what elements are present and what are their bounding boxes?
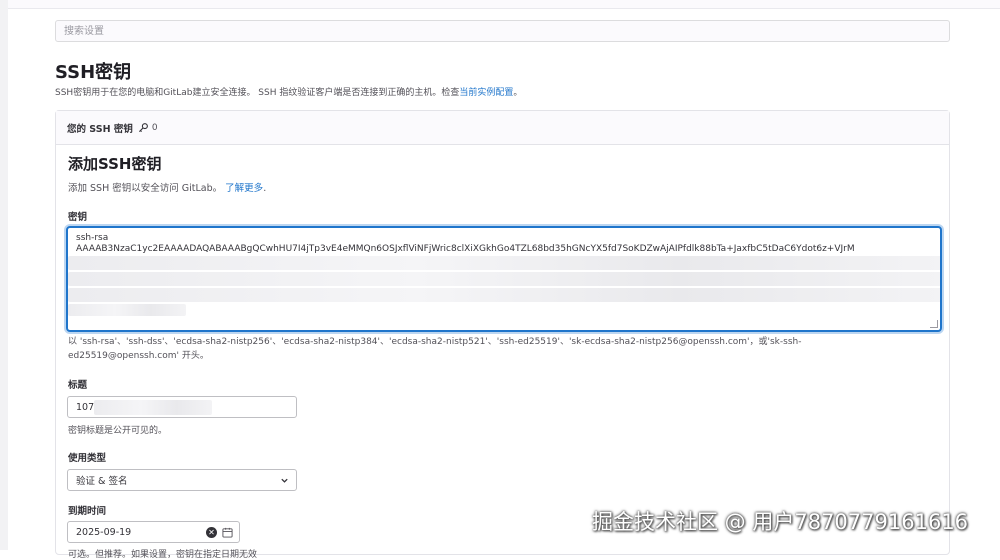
learn-more-link[interactable]: 了解更多 bbox=[225, 183, 263, 194]
blurred-key-region bbox=[68, 272, 940, 286]
top-bar bbox=[0, 0, 1000, 9]
blurred-key-region bbox=[68, 304, 186, 316]
blurred-key-region bbox=[68, 288, 940, 302]
instance-config-link[interactable]: 当前实例配置 bbox=[459, 88, 513, 98]
add-key-title: 添加SSH密钥 bbox=[68, 155, 162, 173]
title-hint: 密钥标题是公开可见的。 bbox=[68, 426, 168, 436]
key-textarea[interactable]: ssh-rsa AAAAB3NzaC1yc2EAAAADAQABAAABgQCw… bbox=[66, 226, 942, 332]
key-text-line2: AAAAB3NzaC1yc2EAAAADAQABAAABgQCwhHU7I4jT… bbox=[76, 244, 855, 254]
chevron-down-icon bbox=[281, 478, 288, 483]
key-format-hint-line1: 以 'ssh-rsa'、'ssh-dss'、'ecdsa-sha2-nistp2… bbox=[68, 337, 802, 347]
key-label: 密钥 bbox=[68, 212, 88, 223]
expiry-date-input[interactable]: 2025-09-19 ✕ bbox=[67, 521, 240, 543]
card-header-title: 您的 SSH 密钥 bbox=[67, 123, 133, 135]
key-text: ssh-rsa AAAAB3NzaC1yc2EAAAADAQABAAABgQCw… bbox=[76, 233, 936, 255]
watermark-text: 掘金技术社区 @ 用户7870779161616 bbox=[592, 510, 969, 534]
key-count: 0 bbox=[151, 122, 158, 133]
page-description: SSH密钥用于在您的电脑和GitLab建立安全连接。 SSH 指纹验证客户端是否… bbox=[55, 85, 522, 98]
expiry-label: 到期时间 bbox=[68, 506, 107, 517]
add-key-description-text: 添加 SSH 密钥以安全访问 GitLab。 bbox=[68, 183, 223, 194]
calendar-icon[interactable] bbox=[222, 527, 233, 538]
key-format-hint: 以 'ssh-rsa'、'ssh-dss'、'ecdsa-sha2-nistp2… bbox=[68, 335, 888, 363]
expiry-date-value: 2025-09-19 bbox=[76, 526, 132, 538]
page-description-text: SSH密钥用于在您的电脑和GitLab建立安全连接。 SSH 指纹验证客户端是否… bbox=[55, 88, 460, 98]
key-icon bbox=[138, 123, 148, 133]
add-key-description: 添加 SSH 密钥以安全访问 GitLab。 了解更多. bbox=[68, 180, 266, 194]
title-input[interactable]: 107 bbox=[67, 396, 297, 418]
key-format-hint-line2: ed25519@openssh.com' 开头。 bbox=[68, 351, 209, 361]
clear-icon[interactable]: ✕ bbox=[206, 527, 217, 538]
expiry-hint: 可选。但推荐。如果设置，密钥在指定日期无效 bbox=[68, 550, 258, 560]
resize-handle[interactable] bbox=[930, 320, 938, 328]
blurred-title-region bbox=[94, 400, 212, 415]
title-input-value: 107 bbox=[76, 401, 95, 413]
page-title: SSH密钥 bbox=[55, 62, 132, 83]
usage-type-select[interactable]: 验证 & 签名 bbox=[67, 469, 297, 491]
blurred-key-region bbox=[68, 256, 940, 270]
ssh-keys-card: 您的 SSH 密钥 0 添加SSH密钥 添加 SSH 密钥以安全访问 GitLa… bbox=[55, 110, 950, 560]
add-key-description-end: . bbox=[263, 183, 267, 194]
usage-type-value: 验证 & 签名 bbox=[76, 476, 128, 487]
search-settings-input[interactable]: 搜索设置 bbox=[55, 20, 950, 42]
title-label: 标题 bbox=[68, 380, 88, 391]
card-header: 您的 SSH 密钥 0 bbox=[56, 111, 949, 145]
sidebar-edge bbox=[0, 0, 8, 550]
key-text-line1: ssh-rsa bbox=[76, 233, 109, 243]
page-description-end: 。 bbox=[513, 88, 523, 98]
usage-type-label: 使用类型 bbox=[68, 453, 107, 464]
